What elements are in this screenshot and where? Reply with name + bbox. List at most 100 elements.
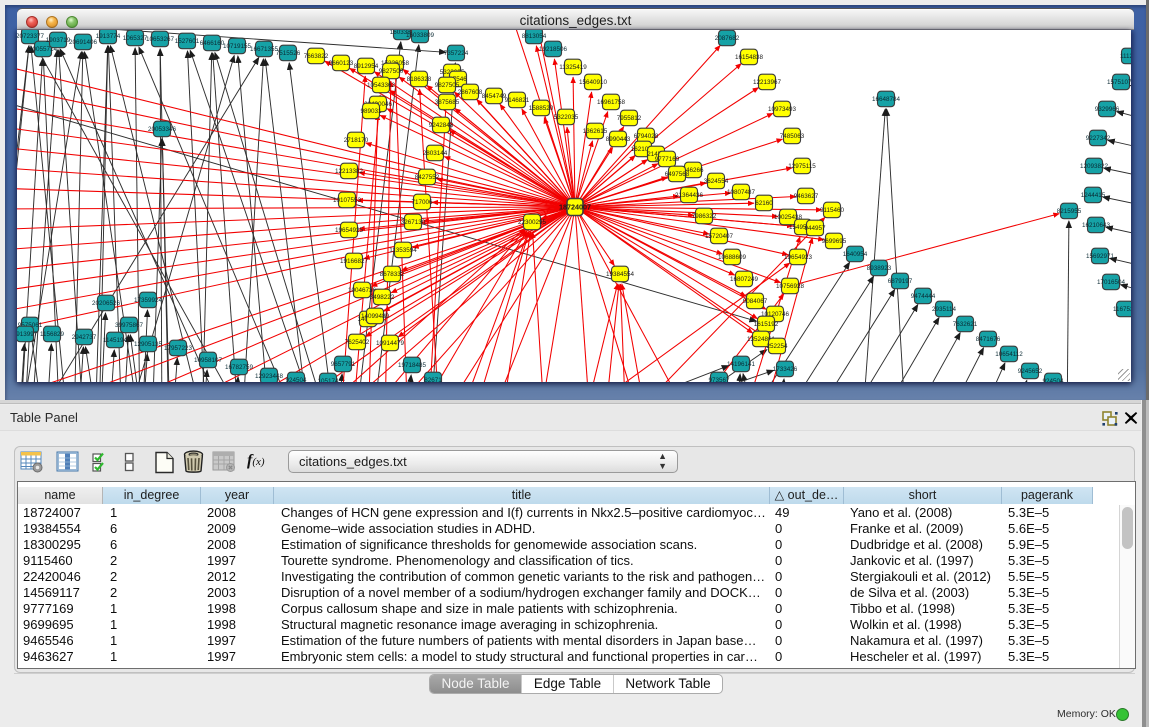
svg-text:1615192: 1615192: [754, 321, 779, 328]
svg-text:9474444: 9474444: [911, 293, 936, 300]
svg-text:973567: 973567: [708, 377, 730, 382]
svg-text:5322035: 5322035: [554, 114, 579, 121]
svg-text:1527601: 1527601: [175, 38, 200, 45]
svg-text:9660123: 9660123: [329, 60, 354, 67]
svg-text:15640910: 15640910: [579, 79, 608, 86]
svg-text:7357224: 7357224: [444, 50, 469, 57]
svg-text:252254: 252254: [766, 343, 788, 350]
svg-text:12093822: 12093822: [1080, 163, 1109, 170]
svg-text:10654112: 10654112: [995, 351, 1023, 358]
svg-text:7515526: 7515526: [276, 50, 301, 57]
svg-text:105174: 105174: [317, 378, 339, 382]
svg-text:20691406: 20691406: [69, 39, 98, 46]
svg-text:18724007: 18724007: [559, 203, 591, 212]
svg-text:39975867: 39975867: [115, 322, 144, 329]
svg-text:12905135: 12905135: [134, 341, 163, 348]
svg-text:10653267: 10653267: [146, 36, 175, 43]
svg-text:1640954: 1640954: [843, 251, 868, 258]
svg-text:9227342: 9227342: [1086, 135, 1111, 142]
svg-text:12975115: 12975115: [788, 163, 816, 170]
svg-text:3624554: 3624554: [704, 178, 729, 185]
svg-text:1145194: 1145194: [103, 337, 128, 344]
svg-text:12923448: 12923448: [255, 373, 284, 380]
svg-text:15751074: 15751074: [1107, 79, 1131, 86]
svg-text:717006: 717006: [411, 199, 433, 206]
svg-text:16782759: 16782759: [225, 364, 254, 371]
svg-text:2718170: 2718170: [344, 137, 369, 144]
svg-text:8215955: 8215955: [1057, 208, 1082, 215]
svg-text:7955812: 7955812: [617, 115, 642, 122]
svg-text:9699695: 9699695: [822, 238, 847, 245]
svg-text:7986322: 7986322: [692, 213, 717, 220]
svg-text:7485063: 7485063: [780, 133, 805, 140]
svg-text:12213967: 12213967: [753, 79, 782, 86]
svg-text:22300295: 22300295: [518, 219, 547, 226]
svg-text:8678332: 8678332: [380, 271, 405, 278]
svg-text:1362615: 1362615: [583, 128, 608, 135]
svg-text:8454749: 8454749: [482, 93, 507, 100]
svg-text:9242848: 9242848: [429, 122, 454, 129]
svg-text:1913774: 1913774: [96, 33, 121, 40]
svg-text:19384554: 19384554: [606, 271, 635, 278]
svg-text:82671: 82671: [424, 377, 442, 382]
svg-text:19654925: 19654925: [335, 227, 364, 234]
svg-text:6794028: 6794028: [634, 133, 659, 140]
svg-text:15692971: 15692971: [1086, 253, 1115, 260]
svg-text:8938923: 8938923: [867, 265, 892, 272]
svg-text:7663822: 7663822: [304, 53, 329, 60]
svg-text:19718485: 19718485: [398, 362, 427, 369]
svg-text:2935114: 2935114: [932, 306, 957, 313]
svg-text:3913997: 3913997: [17, 331, 38, 338]
svg-text:1244415: 1244415: [1081, 192, 1106, 199]
svg-text:1733426: 1733426: [773, 366, 798, 373]
svg-text:8186328: 8186328: [407, 76, 432, 83]
svg-text:6466160: 6466160: [200, 40, 225, 47]
svg-text:10107553: 10107553: [333, 197, 362, 204]
svg-text:19654923: 19654923: [784, 254, 813, 261]
svg-text:989031: 989031: [360, 108, 382, 115]
svg-text:1903719: 1903719: [46, 37, 71, 44]
svg-text:3498222: 3498222: [370, 294, 395, 301]
svg-text:19218506: 19218506: [539, 46, 568, 53]
svg-text:3267130: 3267130: [401, 219, 426, 226]
svg-text:9245652: 9245652: [1018, 368, 1043, 375]
svg-text:924504: 924504: [285, 377, 307, 382]
svg-text:2867608: 2867608: [458, 89, 483, 96]
svg-text:10688609: 10688609: [718, 254, 747, 261]
svg-text:11353594: 11353594: [389, 247, 417, 254]
svg-text:17957223: 17957223: [164, 345, 193, 352]
svg-text:16033809: 16033809: [406, 32, 435, 39]
svg-text:924504: 924504: [1042, 378, 1064, 382]
svg-text:2803144: 2803144: [423, 150, 448, 157]
svg-text:6497568: 6497568: [665, 171, 690, 178]
svg-text:9115460: 9115460: [820, 207, 845, 214]
svg-text:9827505: 9827505: [435, 82, 460, 89]
svg-text:19166827: 19166827: [340, 258, 369, 265]
svg-text:8912954: 8912954: [354, 63, 379, 70]
svg-text:21364436: 21364436: [675, 192, 704, 199]
svg-text:9827500: 9827500: [379, 68, 404, 75]
svg-text:2942737: 2942737: [72, 334, 97, 341]
svg-text:9329966: 9329966: [1095, 106, 1120, 113]
svg-text:10719155: 10719155: [223, 43, 252, 50]
svg-text:2087682: 2087682: [715, 35, 740, 42]
svg-text:1065327: 1065327: [123, 35, 148, 42]
svg-text:16154838: 16154838: [735, 54, 764, 61]
svg-text:10914479: 10914479: [376, 340, 405, 347]
svg-text:10756928: 10756928: [776, 283, 805, 290]
svg-text:10807487: 10807487: [727, 189, 756, 196]
svg-text:9463627: 9463627: [794, 193, 819, 200]
svg-text:16807249: 16807249: [730, 276, 759, 283]
svg-text:17016504: 17016504: [1097, 279, 1126, 286]
svg-text:3875685: 3875685: [435, 99, 460, 106]
svg-text:8813054: 8813054: [522, 33, 547, 40]
svg-text:11325419: 11325419: [559, 64, 587, 71]
svg-text:16671355: 16671355: [250, 46, 279, 53]
svg-text:10046736: 10046736: [348, 287, 377, 294]
svg-text:12213382: 12213382: [335, 168, 364, 175]
svg-text:16648784: 16648784: [872, 96, 901, 103]
svg-text:14196141: 14196141: [727, 361, 756, 368]
svg-text:9084067: 9084067: [743, 298, 768, 305]
svg-text:20206526: 20206526: [92, 300, 121, 307]
svg-text:10543362: 10543362: [367, 82, 396, 89]
